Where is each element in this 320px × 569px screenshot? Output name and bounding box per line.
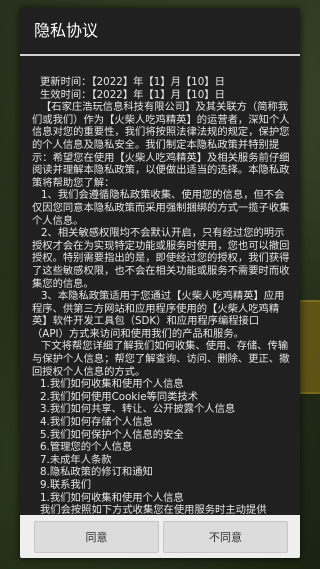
toc-intro: 下文将帮您详细了解我们如何收集、使用、存储、传输与保护个人信息；帮您了解查询、访… bbox=[32, 340, 290, 378]
button-bar: 同意 不同意 bbox=[20, 515, 300, 558]
policy-point-3: 3、本隐私政策适用于您通过【火柴人吃鸡精英】应用程序、供第三方网站和应用程序使用… bbox=[32, 290, 285, 340]
agree-button[interactable]: 同意 bbox=[34, 521, 159, 553]
effective-time: 生效时间：【2022】年【1】月【10】日 bbox=[40, 88, 225, 101]
toc-item: 8.隐私政策的修订和通知 bbox=[40, 466, 153, 479]
policy-content[interactable]: 更新时间：【2022】年【1】月【10】日 生效时间：【2022】年【1】月【1… bbox=[20, 56, 300, 515]
toc-item: 5.我们如何保护个人信息的安全 bbox=[40, 428, 184, 441]
toc-item: 7.未成年人条款 bbox=[40, 453, 112, 466]
privacy-dialog: 隐私协议 更新时间：【2022】年【1】月【10】日 生效时间：【2022】年【… bbox=[20, 8, 300, 558]
disagree-button[interactable]: 不同意 bbox=[163, 521, 288, 553]
section-1-text: 我们会按照如下方式收集您在使用服务时主动提供 bbox=[40, 504, 267, 515]
toc-item: 2.我们如何使用Cookie等同类技术 bbox=[40, 390, 199, 403]
dialog-title: 隐私协议 bbox=[34, 21, 99, 40]
toc-item: 1.我们如何收集和使用个人信息 bbox=[40, 378, 184, 391]
toc-item: 3.我们如何共享、转让、公开披露个人信息 bbox=[40, 403, 236, 416]
policy-point-1: 1、我们会遵循隐私政策收集、使用您的信息，但不会仅因您同意本隐私政策而采用强制捆… bbox=[32, 189, 290, 227]
section-1-heading: 1.我们如何收集和使用个人信息 bbox=[40, 491, 184, 504]
updated-time: 更新时间：【2022】年【1】月【10】日 bbox=[40, 76, 225, 88]
toc-item: 6.管理您的个人信息 bbox=[40, 441, 133, 454]
toc-item: 4.我们如何存储个人信息 bbox=[40, 416, 153, 429]
toc-item: 9.联系我们 bbox=[40, 479, 92, 491]
policy-intro: 【石家庄浩玩信息科技有限公司】及其关联方（简称我们或我们）作为【火柴人吃鸡精英】… bbox=[32, 101, 290, 189]
policy-point-2: 2、相关敏感权限均不会默认开启，只有经过您的明示授权才会在为实现特定功能或服务时… bbox=[32, 227, 290, 290]
